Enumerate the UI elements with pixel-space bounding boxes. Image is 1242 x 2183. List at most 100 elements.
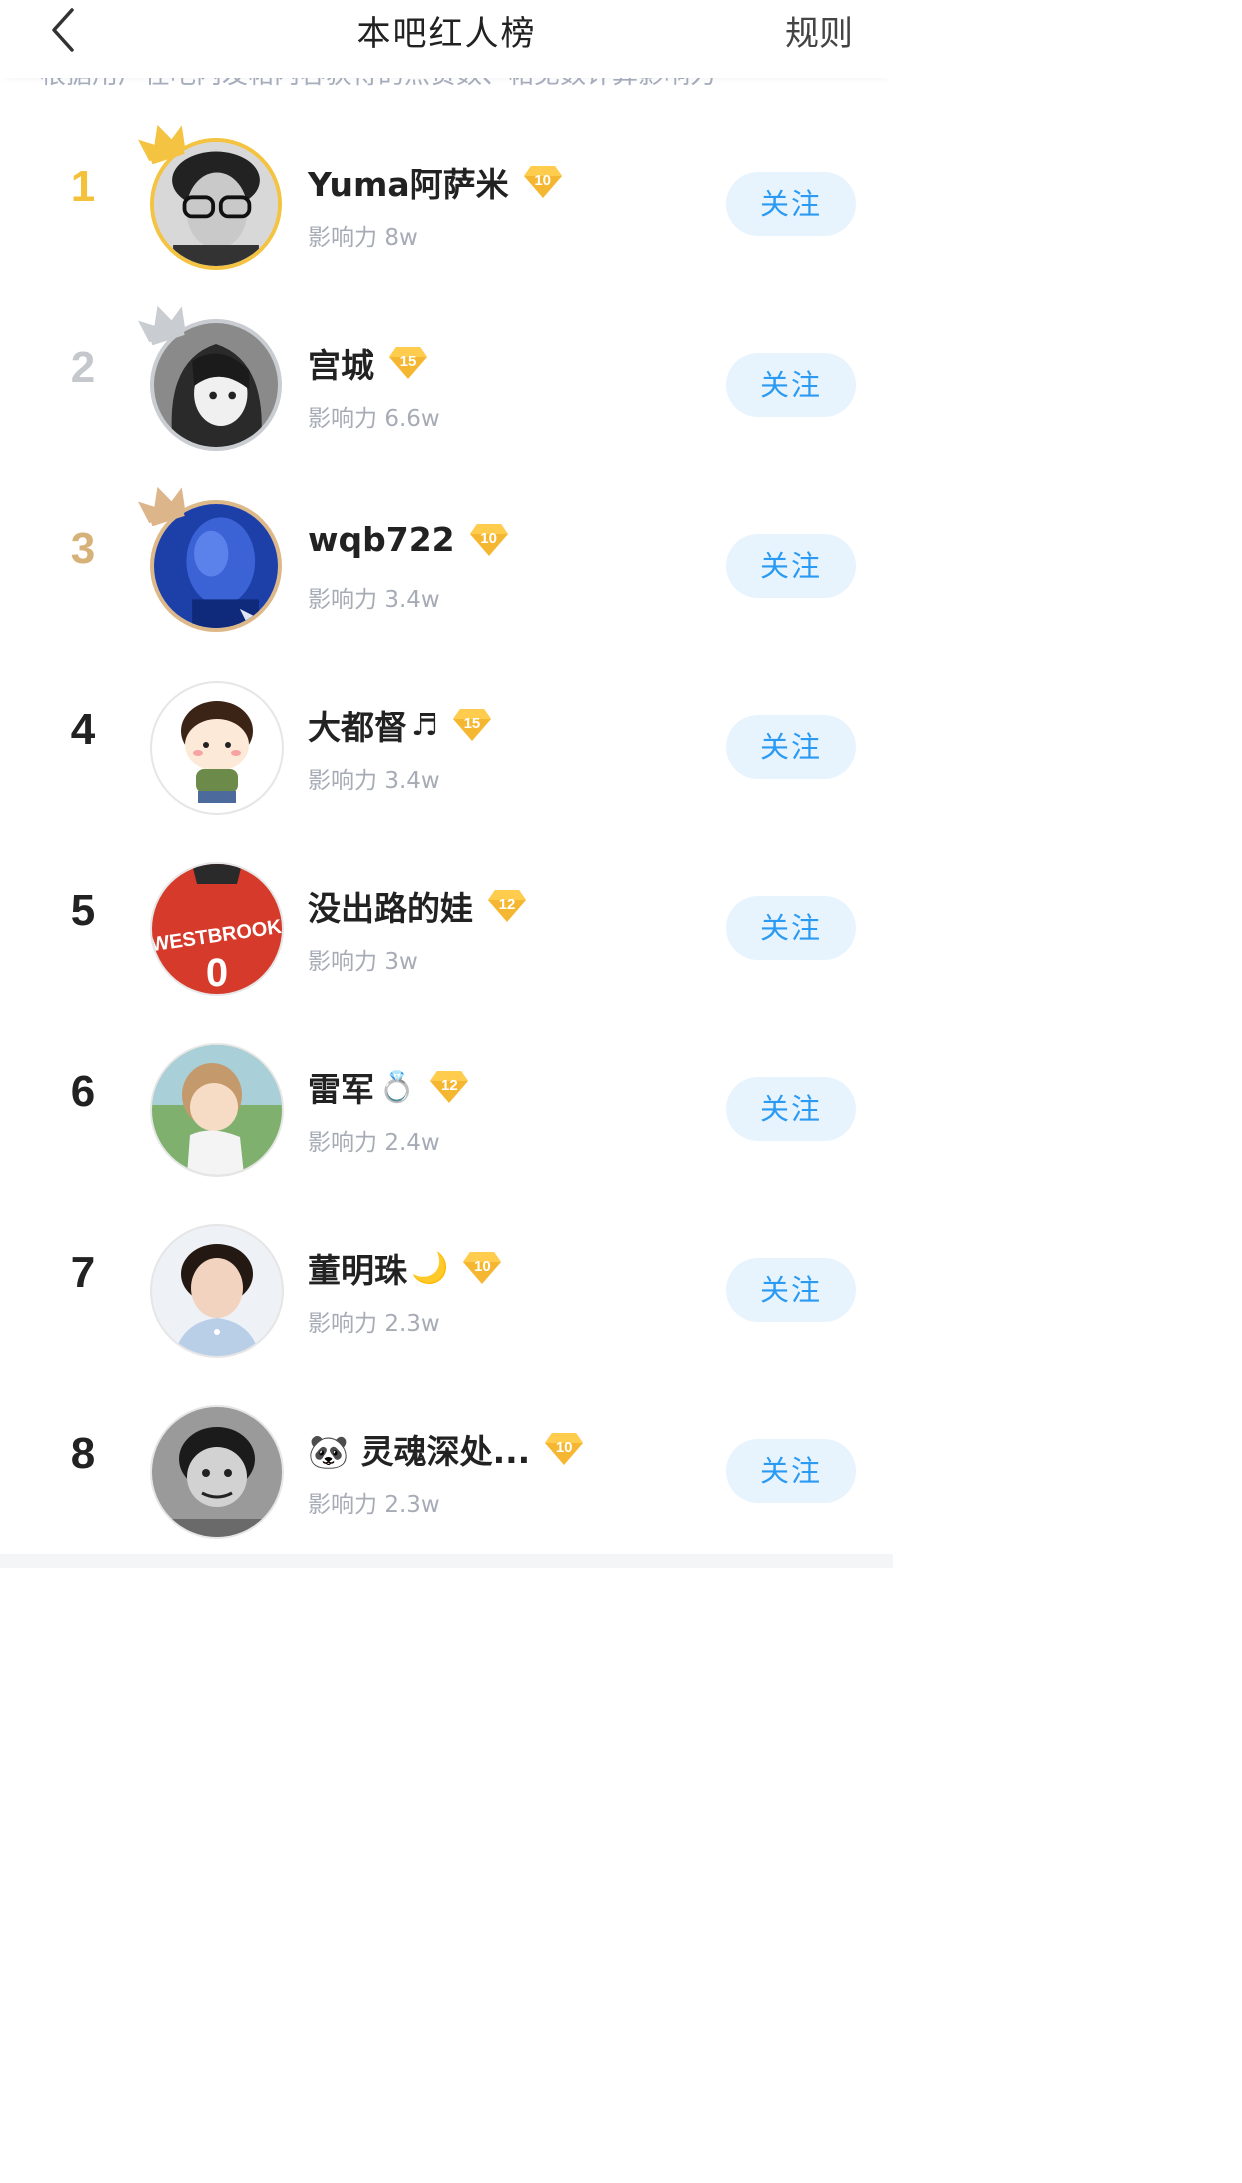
rank-row[interactable]: 4 大都督 ♬ 15 影响力 3.4w 关注 <box>0 653 893 834</box>
avatar-container[interactable] <box>138 486 284 634</box>
user-name[interactable]: 董明珠 <box>308 1244 407 1292</box>
name-line: 大都督 ♬ 15 <box>308 701 492 749</box>
follow-button[interactable]: 关注 <box>726 534 856 598</box>
influence-label: 影响力 <box>308 406 377 432</box>
avatar-image <box>152 1045 282 1175</box>
avatar-container[interactable] <box>138 305 284 453</box>
follow-button[interactable]: 关注 <box>726 172 856 236</box>
influence-text: 影响力 3.4w <box>308 580 440 614</box>
user-name[interactable]: wqb722 <box>308 520 455 559</box>
avatar[interactable] <box>150 1405 284 1539</box>
user-name[interactable]: 大都督 <box>308 701 407 749</box>
level-number: 12 <box>498 896 516 913</box>
influence-text: 影响力 2.3w <box>308 1304 440 1338</box>
influence-label: 影响力 <box>308 225 377 251</box>
user-name[interactable]: 🐼 灵魂深处... <box>308 1425 530 1473</box>
level-number: 12 <box>441 1077 458 1094</box>
influence-label: 影响力 <box>308 587 377 613</box>
avatar-image: WESTBROOK0 <box>152 864 282 994</box>
avatar[interactable] <box>150 681 284 815</box>
name-line: 🐼 灵魂深处... 10 <box>308 1425 584 1473</box>
level-badge: 10 <box>469 522 509 558</box>
user-name[interactable]: Yuma阿萨米 <box>308 158 509 206</box>
avatar[interactable] <box>150 1043 284 1177</box>
influence-label: 影响力 <box>308 1492 377 1518</box>
rank-number: 2 <box>70 343 96 392</box>
page-title: 本吧红人榜 <box>356 14 537 54</box>
influence-text: 影响力 8w <box>308 218 418 252</box>
influence-value: 8w <box>384 225 418 251</box>
follow-button[interactable]: 关注 <box>726 896 856 960</box>
influence-text: 影响力 2.4w <box>308 1123 440 1157</box>
user-name[interactable]: 没出路的娃 <box>308 882 473 930</box>
influence-label: 影响力 <box>308 949 377 975</box>
follow-button[interactable]: 关注 <box>726 1077 856 1141</box>
level-badge: 12 <box>429 1069 469 1105</box>
follow-button[interactable]: 关注 <box>726 1258 856 1322</box>
top-bar: 本吧红人榜 规则 <box>0 0 893 78</box>
level-badge: 12 <box>487 888 527 924</box>
avatar[interactable]: WESTBROOK 0 <box>150 862 284 996</box>
avatar-container[interactable] <box>138 124 284 272</box>
influence-text: 影响力 3w <box>308 942 418 976</box>
rank-row[interactable]: 6 雷军 💍 12 影响力 2.4w 关注 <box>0 1015 893 1196</box>
influence-value: 3w <box>384 949 418 975</box>
level-badge: 10 <box>462 1250 502 1286</box>
rank-row[interactable]: 2 宫城 15 影响力 6.6w 关注 <box>0 291 893 472</box>
level-number: 10 <box>480 529 497 547</box>
avatar-container[interactable] <box>150 1405 284 1539</box>
crown-icon <box>138 305 186 345</box>
avatar-container[interactable] <box>150 1224 284 1358</box>
follow-button[interactable]: 关注 <box>726 1439 856 1503</box>
influence-text: 影响力 3.4w <box>308 761 440 795</box>
influence-label: 影响力 <box>308 1130 377 1156</box>
avatar-container[interactable] <box>150 1043 284 1177</box>
rank-row[interactable]: 3 wqb722 10 影响力 3.4w 关注 <box>0 472 893 653</box>
influence-value: 2.3w <box>384 1492 440 1518</box>
level-number: 15 <box>399 353 417 370</box>
rank-number: 4 <box>70 705 96 754</box>
avatar-image <box>152 1407 282 1537</box>
name-line: 雷军 💍 12 <box>308 1063 469 1111</box>
user-name[interactable]: 雷军 <box>308 1063 374 1111</box>
rank-number: 1 <box>70 162 96 211</box>
avatar-container[interactable] <box>150 681 284 815</box>
avatar-image <box>152 683 282 813</box>
rules-button[interactable]: 规则 <box>785 6 853 55</box>
rank-number: 5 <box>70 886 96 935</box>
influence-text: 影响力 6.6w <box>308 399 440 433</box>
level-number: 10 <box>555 1439 573 1456</box>
influence-value: 6.6w <box>384 406 440 432</box>
level-number: 10 <box>474 1258 491 1275</box>
influence-value: 2.3w <box>384 1311 440 1337</box>
influence-value: 3.4w <box>384 587 440 613</box>
influence-value: 3.4w <box>384 768 440 794</box>
avatar[interactable] <box>150 1224 284 1358</box>
influence-value: 2.4w <box>384 1130 440 1156</box>
name-line: 宫城 15 <box>308 339 428 387</box>
svg-text:0: 0 <box>206 951 228 994</box>
level-badge: 10 <box>544 1431 584 1467</box>
rank-row[interactable]: 7 董明珠 🌙 10 影响力 2.3w 关注 <box>0 1196 893 1377</box>
rank-row[interactable]: 5 WESTBROOK 0 没出路的娃 12 影响力 3w 关注 <box>0 834 893 1015</box>
influence-label: 影响力 <box>308 1311 377 1337</box>
name-line: 没出路的娃 12 <box>308 882 527 930</box>
name-line: wqb722 10 <box>308 520 509 559</box>
follow-button[interactable]: 关注 <box>726 715 856 779</box>
level-badge: 15 <box>452 707 492 743</box>
name-emoji: 💍 <box>378 1069 416 1105</box>
rank-number: 7 <box>70 1248 96 1297</box>
rank-row[interactable]: 1 Yuma阿萨米 10 影响力 8w 关注 <box>0 110 893 291</box>
avatar-image <box>152 1226 282 1356</box>
avatar-container[interactable]: WESTBROOK 0 <box>150 862 284 996</box>
rank-row[interactable]: 8 🐼 灵魂深处... 10 影响力 2.3w 关注 <box>0 1377 893 1558</box>
follow-button[interactable]: 关注 <box>726 353 856 417</box>
name-line: Yuma阿萨米 10 <box>308 158 563 206</box>
level-number: 10 <box>534 172 551 189</box>
ranking-list: 1 Yuma阿萨米 10 影响力 8w 关注 2 宫城 15 影响力 6.6w … <box>0 110 893 1558</box>
crown-icon <box>138 486 186 526</box>
bottom-edge <box>0 1554 893 1568</box>
user-name[interactable]: 宫城 <box>308 339 374 387</box>
name-line: 董明珠 🌙 10 <box>308 1244 502 1292</box>
rank-number: 6 <box>70 1067 96 1116</box>
